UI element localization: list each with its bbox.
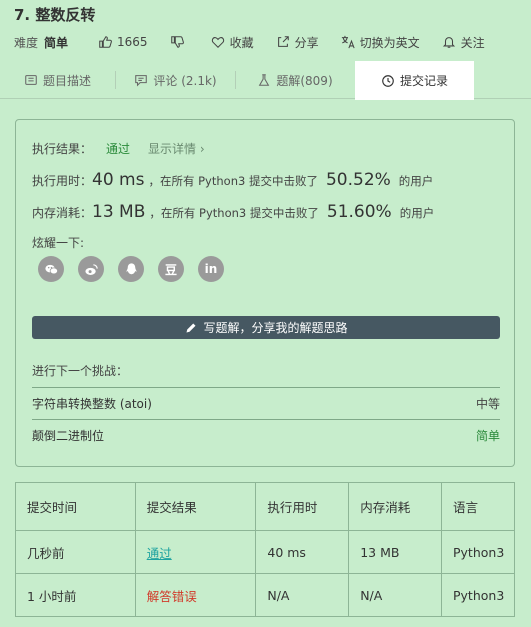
share-icon — [276, 35, 290, 49]
column-header: 内存消耗 — [348, 482, 442, 531]
language-cell: Python3 — [441, 530, 515, 574]
pencil-icon — [184, 321, 198, 335]
dislike-button[interactable] — [170, 35, 189, 49]
collect-label: 收藏 — [229, 35, 254, 50]
memory-cell: 13 MB — [348, 530, 442, 574]
runtime-value: 40 ms — [92, 170, 145, 190]
result-status-row: 执行结果： 通过 显示详情 › — [32, 140, 205, 157]
runtime-percentile: 50.52% — [325, 170, 391, 190]
translate-icon — [341, 35, 355, 49]
comment-icon — [134, 73, 148, 87]
share-button[interactable]: 分享 — [276, 34, 319, 51]
runtime-cell: 40 ms — [255, 530, 350, 574]
next-challenge-difficulty: 中等 — [475, 397, 500, 411]
column-header: 执行用时 — [255, 482, 350, 531]
runtime-cell: N/A — [255, 573, 350, 617]
submit-status-cell: 通过 — [134, 530, 257, 574]
column-header: 语言 — [441, 482, 515, 531]
result-status-value: 通过 — [106, 142, 131, 156]
follow-label: 关注 — [460, 35, 485, 50]
share-label: 分享 — [294, 35, 319, 50]
linkedin-icon[interactable]: in — [198, 256, 224, 282]
document-icon — [24, 73, 38, 87]
next-challenge-item[interactable]: 字符串转换整数 (atoi) 中等 — [32, 387, 500, 419]
memory-users: 的用户 — [399, 206, 435, 220]
submit-status-link[interactable]: 解答错误 — [147, 589, 197, 604]
runtime-text: ，在所有 Python3 提交中击败了 — [148, 174, 318, 188]
bell-icon — [442, 35, 456, 49]
switch-language-label: 切换为英文 — [359, 35, 420, 50]
write-solution-button[interactable]: 写题解，分享我的解题思路 — [32, 316, 500, 339]
heart-icon — [211, 35, 225, 49]
write-solution-label: 写题解，分享我的解题思路 — [203, 321, 348, 335]
submit-status-cell: 解答错误 — [134, 573, 257, 617]
next-challenge-name[interactable]: 字符串转换整数 (atoi) — [32, 395, 152, 412]
thumbs-down-icon — [170, 35, 184, 49]
next-challenge-name[interactable]: 颠倒二进制位 — [32, 427, 104, 444]
tab-comments[interactable]: 评论 (2.1k) — [116, 61, 235, 99]
next-challenge-item[interactable]: 颠倒二进制位 简单 — [32, 419, 500, 451]
problem-title: 7. 整数反转 — [14, 6, 96, 24]
tab-description-label: 题目描述 — [42, 73, 91, 88]
show-details-link[interactable]: 显示详情 › — [148, 140, 205, 157]
memory-value: 13 MB — [92, 202, 146, 222]
collect-button[interactable]: 收藏 — [211, 34, 254, 51]
submissions-table: 提交时间 提交结果 执行用时 内存消耗 语言 几秒前 通过 40 ms 13 M… — [15, 482, 515, 617]
difficulty-label: 难度 — [14, 35, 39, 50]
runtime-users: 的用户 — [398, 174, 434, 188]
column-header: 提交结果 — [134, 482, 257, 531]
result-status-label: 执行结果： — [32, 142, 93, 156]
column-header: 提交时间 — [15, 482, 136, 531]
like-button[interactable]: 1665 — [98, 35, 148, 49]
runtime-row: 执行用时： 40 ms ，在所有 Python3 提交中击败了 50.52% 的… — [32, 170, 433, 190]
social-share-buttons: 豆 in — [38, 256, 238, 282]
tab-comments-label: 评论 (2.1k) — [153, 73, 217, 88]
next-challenge-difficulty: 简单 — [475, 429, 500, 443]
flask-icon — [257, 73, 271, 87]
submit-time-cell: 几秒前 — [15, 530, 136, 574]
table-row: 1 小时前 解答错误 N/A N/A Python3 — [15, 573, 515, 617]
follow-button[interactable]: 关注 — [442, 34, 485, 51]
table-header-row: 提交时间 提交结果 执行用时 内存消耗 语言 — [15, 482, 515, 531]
thumbs-up-icon — [98, 35, 112, 49]
language-cell: Python3 — [441, 573, 515, 617]
memory-percentile: 51.60% — [326, 202, 392, 222]
tab-solutions-label: 题解(809) — [276, 73, 333, 88]
submit-time-cell: 1 小时前 — [15, 573, 136, 617]
tab-solutions[interactable]: 题解(809) — [236, 61, 354, 99]
tab-submissions-label: 提交记录 — [399, 74, 448, 88]
clock-icon — [381, 74, 395, 88]
submit-status-link[interactable]: 通过 — [147, 546, 172, 561]
runtime-label: 执行用时： — [32, 174, 93, 188]
difficulty-value: 简单 — [44, 35, 69, 50]
table-row: 几秒前 通过 40 ms 13 MB Python3 — [15, 530, 515, 574]
next-challenge-list: 字符串转换整数 (atoi) 中等 颠倒二进制位 简单 — [32, 387, 500, 451]
problem-meta-bar: 难度 简单 1665 收藏 分享 切换为英文 关注 — [14, 33, 507, 51]
submission-result-panel: 执行结果： 通过 显示详情 › 执行用时： 40 ms ，在所有 Python3… — [15, 119, 515, 467]
memory-cell: N/A — [348, 573, 442, 617]
wechat-icon[interactable] — [38, 256, 64, 282]
memory-row: 内存消耗： 13 MB ，在所有 Python3 提交中击败了 51.60% 的… — [32, 202, 434, 222]
share-label-row: 炫耀一下: — [32, 234, 84, 251]
tab-submissions[interactable]: 提交记录 — [355, 61, 474, 100]
douban-icon[interactable]: 豆 — [158, 256, 184, 282]
memory-text: ，在所有 Python3 提交中击败了 — [149, 206, 319, 220]
tab-bar: 题目描述 评论 (2.1k) 题解(809) 提交记录 — [0, 61, 531, 100]
qq-icon[interactable] — [118, 256, 144, 282]
switch-language-button[interactable]: 切换为英文 — [341, 34, 420, 51]
tab-description[interactable]: 题目描述 — [0, 61, 115, 99]
next-challenge-label: 进行下一个挑战： — [32, 364, 129, 378]
like-count: 1665 — [117, 35, 148, 49]
weibo-icon[interactable] — [78, 256, 104, 282]
memory-label: 内存消耗： — [32, 206, 93, 220]
share-prompt: 炫耀一下: — [32, 236, 85, 250]
